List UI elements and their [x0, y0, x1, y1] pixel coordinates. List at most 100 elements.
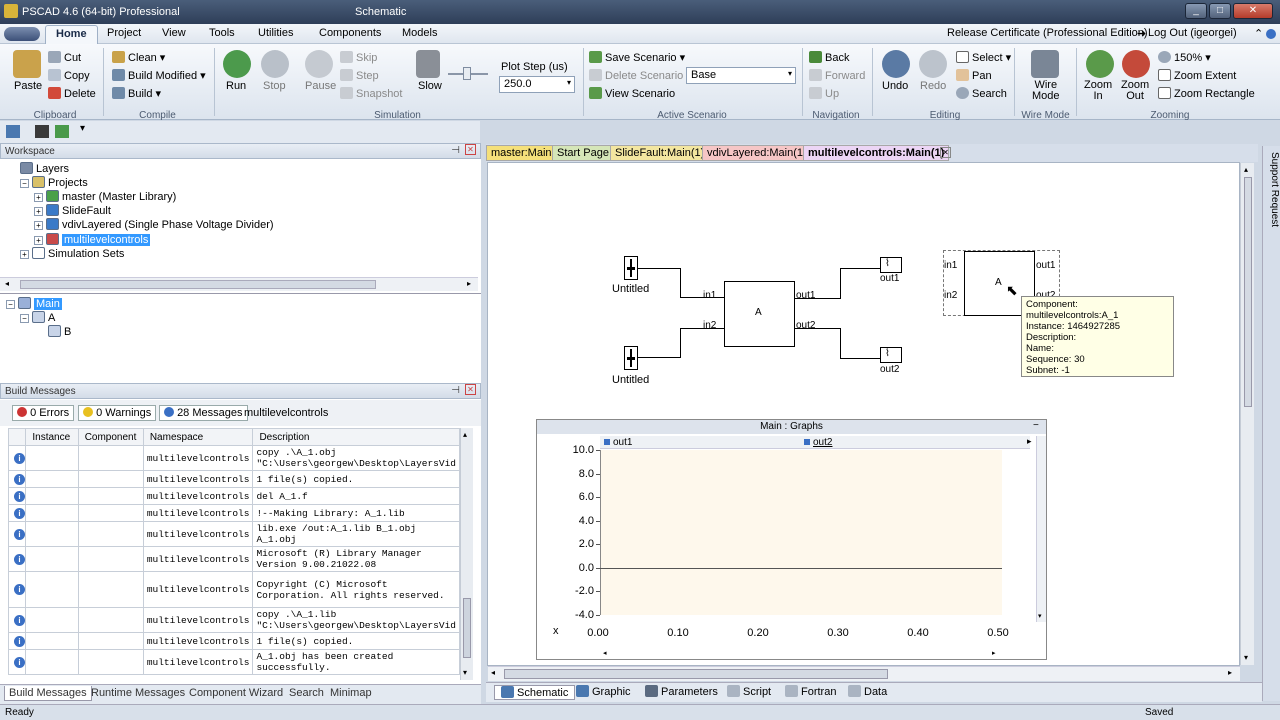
- graph-hscroll[interactable]: ◂ ▸: [600, 650, 1002, 659]
- workspace-hscroll[interactable]: ◂ ▸: [0, 277, 478, 291]
- maximize-button[interactable]: □: [1209, 3, 1231, 19]
- tab-script[interactable]: Script: [727, 685, 771, 698]
- minimize-button[interactable]: _: [1185, 3, 1207, 19]
- skip-button[interactable]: Skip: [340, 51, 377, 64]
- tab-graphic[interactable]: Graphic: [576, 685, 631, 698]
- legend-out1[interactable]: out1: [604, 437, 632, 448]
- close-panel-icon[interactable]: ✕: [465, 144, 476, 155]
- tree-main[interactable]: − Main: [6, 297, 62, 310]
- doc-tab-start-page[interactable]: Start Page: [552, 145, 614, 161]
- copy-button[interactable]: Copy: [48, 69, 90, 82]
- doc-tab-vdivlayered[interactable]: vdivLayered:Main(1): [702, 145, 812, 161]
- tree-project-multilevelcontrols[interactable]: + multilevelcontrols: [34, 233, 151, 246]
- logout-link[interactable]: Log Out (igeorgei): [1148, 27, 1237, 39]
- tree-project-slidefault[interactable]: + SlideFault: [34, 204, 111, 217]
- legend-scroll-icon[interactable]: ▸: [1027, 436, 1032, 447]
- tree-project-vdivlayered[interactable]: + vdivLayered (Single Phase Voltage Divid…: [34, 218, 274, 231]
- plot-step-input[interactable]: 250.0 ▾: [499, 76, 575, 93]
- doc-tab-multilevelcontrols[interactable]: multilevelcontrols:Main(1): [803, 145, 950, 161]
- forward-button[interactable]: Forward: [809, 69, 865, 82]
- tab-build-messages[interactable]: Build Messages: [4, 686, 92, 701]
- release-certificate[interactable]: Release Certificate (Professional Editio…: [947, 27, 1148, 39]
- canvas-hscroll[interactable]: ◂ ▸: [488, 666, 1240, 681]
- doc-tab-slidefault[interactable]: SlideFault:Main(1): [610, 145, 710, 161]
- table-row[interactable]: i multilevelcontrols lib.exe /out:A_1.lib …: [8, 521, 460, 547]
- table-row[interactable]: i multilevelcontrols copy .\A_1.obj "C:\Us…: [8, 445, 460, 471]
- close-doc-icon[interactable]: ✕: [940, 147, 951, 158]
- graph-plot-area[interactable]: [600, 450, 1002, 615]
- snapshot-button[interactable]: Snapshot: [340, 87, 402, 100]
- pause-button[interactable]: Pause: [305, 80, 336, 92]
- table-row[interactable]: i multilevelcontrols Copyright (C) Microso…: [8, 571, 460, 608]
- table-row[interactable]: i multilevelcontrols 1 file(s) copied.: [8, 470, 460, 488]
- tab-models[interactable]: Models: [402, 27, 437, 39]
- tab-project[interactable]: Project: [107, 27, 141, 39]
- save-scenario-button[interactable]: Save Scenario ▾: [589, 51, 685, 64]
- tab-components[interactable]: Components: [319, 27, 381, 39]
- canvas-vscroll[interactable]: ▴ ▾: [1240, 163, 1254, 665]
- pan-button[interactable]: Pan: [956, 69, 992, 82]
- pin-icon[interactable]: ⊣: [451, 385, 460, 396]
- tree-component-a[interactable]: − A: [20, 311, 55, 324]
- scenario-select[interactable]: Base ▾: [686, 67, 796, 84]
- save-icon[interactable]: [35, 125, 49, 138]
- tab-data[interactable]: Data: [848, 685, 887, 698]
- tree-project-master[interactable]: + master (Master Library): [34, 190, 176, 203]
- build-modified-button[interactable]: Build Modified ▾: [112, 69, 206, 82]
- table-row[interactable]: i multilevelcontrols copy .\A_1.lib "C:\Us…: [8, 607, 460, 633]
- slider-untitled-2[interactable]: [624, 346, 638, 370]
- up-button[interactable]: Up: [809, 87, 839, 100]
- app-icon[interactable]: [4, 4, 18, 18]
- back-button[interactable]: Back: [809, 51, 849, 64]
- col-component[interactable]: Component: [77, 428, 144, 446]
- table-row[interactable]: i multilevelcontrols 1 file(s) copied.: [8, 632, 460, 650]
- hscroll-thumb[interactable]: [504, 669, 888, 679]
- close-panel-icon[interactable]: ✕: [465, 384, 476, 395]
- table-row[interactable]: i multilevelcontrols A_1.obj has been crea…: [8, 649, 460, 675]
- zoom-extent-button[interactable]: Zoom Extent: [1158, 69, 1236, 82]
- table-row[interactable]: i multilevelcontrols Microsoft (R) Library…: [8, 546, 460, 572]
- col-namespace[interactable]: Namespace: [142, 428, 254, 446]
- legend-out2[interactable]: out2: [804, 437, 832, 448]
- warnings-filter[interactable]: 0 Warnings: [78, 405, 157, 421]
- run-button[interactable]: Run: [226, 80, 246, 92]
- tab-fortran[interactable]: Fortran: [785, 685, 836, 698]
- search-button[interactable]: Search: [956, 87, 1007, 100]
- tab-component-wizard[interactable]: Component Wizard: [189, 687, 283, 699]
- messages-project-filter[interactable]: multilevelcontrols: [244, 407, 328, 419]
- stop-button[interactable]: Stop: [263, 80, 286, 92]
- table-row[interactable]: i multilevelcontrols !--Making Library: A_…: [8, 504, 460, 522]
- tab-parameters[interactable]: Parameters: [645, 685, 718, 698]
- app-menu-button[interactable]: [4, 27, 40, 41]
- step-button[interactable]: Step: [340, 69, 379, 82]
- save-all-icon[interactable]: [55, 125, 69, 138]
- zoom-level-select[interactable]: 150% ▾: [1158, 51, 1211, 64]
- zoom-out-button[interactable]: Zoom Out: [1121, 80, 1149, 102]
- zoom-rectangle-button[interactable]: Zoom Rectangle: [1158, 87, 1255, 100]
- support-request-tab[interactable]: Support Request: [1262, 150, 1280, 230]
- tab-runtime-messages[interactable]: Runtime Messages: [91, 687, 185, 699]
- vscroll-thumb[interactable]: [1244, 177, 1252, 407]
- output-channel-out1[interactable]: ⌇: [880, 257, 902, 273]
- new-project-icon[interactable]: [6, 125, 20, 138]
- delete-button[interactable]: Delete: [48, 87, 96, 100]
- errors-filter[interactable]: 0 Errors: [12, 405, 75, 421]
- clean-button[interactable]: Clean ▾: [112, 51, 165, 64]
- wire-mode-button[interactable]: Wire Mode: [1032, 80, 1060, 102]
- doc-tab-master-main[interactable]: master:Main: [486, 145, 557, 161]
- help-icon[interactable]: [1266, 29, 1276, 39]
- redo-button[interactable]: Redo: [920, 80, 946, 92]
- graph-frame-minimize-icon[interactable]: −: [1033, 420, 1039, 431]
- undo-button[interactable]: Undo: [882, 80, 908, 92]
- messages-vscroll[interactable]: ▴ ▾: [460, 428, 473, 680]
- hscroll-thumb[interactable]: [20, 280, 376, 289]
- ribbon-collapse-icon[interactable]: ⌃: [1254, 27, 1263, 40]
- col-instance[interactable]: Instance: [25, 428, 79, 446]
- tab-utilities[interactable]: Utilities: [258, 27, 293, 39]
- paste-button[interactable]: Paste: [14, 80, 42, 92]
- build-button[interactable]: Build ▾: [112, 87, 161, 100]
- graph-vscroll[interactable]: ▾: [1036, 436, 1046, 622]
- tree-component-b[interactable]: B: [48, 325, 71, 338]
- tree-simulation-sets[interactable]: + Simulation Sets: [20, 247, 124, 260]
- vscroll-thumb[interactable]: [463, 598, 471, 658]
